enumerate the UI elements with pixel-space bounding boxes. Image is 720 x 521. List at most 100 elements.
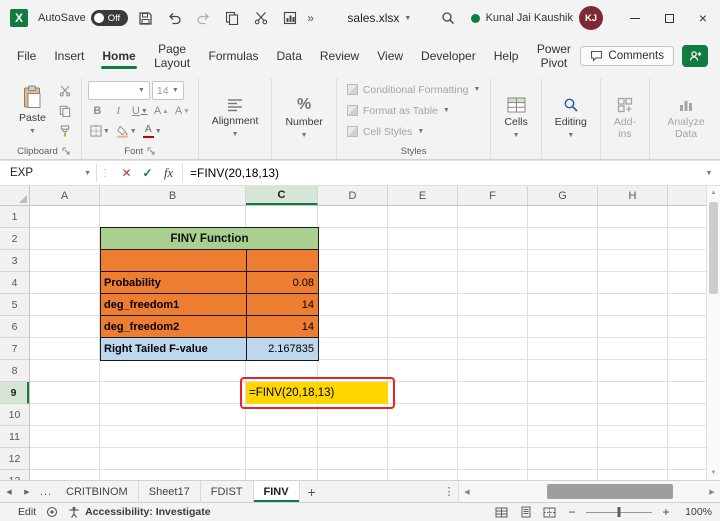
zoom-level[interactable]: 100% <box>680 506 712 518</box>
user-account[interactable]: Kunal Jai Kaushik KJ <box>470 6 604 30</box>
menu-item-review[interactable]: Review <box>311 43 368 69</box>
page-break-view-button[interactable] <box>541 505 558 520</box>
menu-item-home[interactable]: Home <box>93 43 144 69</box>
menu-item-power-pivot[interactable]: Power Pivot <box>527 36 580 76</box>
avatar[interactable]: KJ <box>579 6 604 30</box>
row-header-9[interactable]: 9 <box>0 382 29 404</box>
sheet-prev-button[interactable]: ◀ <box>0 481 18 502</box>
row-header-8[interactable]: 8 <box>0 360 29 382</box>
copy-button[interactable] <box>220 5 244 31</box>
table-title-cell[interactable]: FINV Function <box>101 228 318 250</box>
menu-item-page-layout[interactable]: Page Layout <box>145 36 200 76</box>
menu-item-developer[interactable]: Developer <box>412 43 485 69</box>
expand-formula-bar-icon[interactable]: ▼ <box>698 161 720 185</box>
sheet-tab-fdist[interactable]: FDIST <box>201 481 254 502</box>
bold-button[interactable]: B <box>88 102 107 120</box>
share-button[interactable] <box>682 45 708 67</box>
scroll-right-icon[interactable]: ▶ <box>704 481 720 502</box>
scroll-down-icon[interactable]: ▼ <box>707 466 720 480</box>
select-all-button[interactable] <box>0 186 30 206</box>
table-row-value[interactable] <box>247 250 318 271</box>
minimize-button[interactable] <box>618 0 652 36</box>
formula-bar-handle[interactable]: ⋮ <box>97 161 113 185</box>
quick-access-more-icon[interactable]: » <box>307 11 323 25</box>
decrease-font-size-button[interactable]: A ▼ <box>173 102 192 120</box>
format-painter-button[interactable] <box>56 122 75 140</box>
column-header-h[interactable]: H <box>598 186 668 205</box>
sheet-tab-sheet17[interactable]: Sheet17 <box>139 481 201 502</box>
copy-button-ribbon[interactable] <box>56 102 75 120</box>
zoom-slider[interactable] <box>586 505 652 519</box>
column-header-e[interactable]: E <box>388 186 458 205</box>
cut-button[interactable] <box>249 5 273 31</box>
row-header-12[interactable]: 12 <box>0 448 29 470</box>
column-header-c[interactable]: C <box>246 186 318 205</box>
menu-item-file[interactable]: File <box>8 43 45 69</box>
table-row-value[interactable]: 14 <box>247 294 318 315</box>
editing-button[interactable]: Editing ▼ <box>548 80 594 157</box>
borders-button[interactable]: ▼ <box>88 122 112 140</box>
add-sheet-button[interactable]: + <box>300 481 324 502</box>
row-header-10[interactable]: 10 <box>0 404 29 426</box>
addins-button[interactable]: Add-ins <box>607 80 643 157</box>
page-layout-view-button[interactable] <box>517 505 534 520</box>
row-header-4[interactable]: 4 <box>0 272 29 294</box>
accessibility-checker[interactable]: Accessibility: Investigate <box>68 506 211 518</box>
macro-record-icon[interactable] <box>46 506 58 518</box>
active-cell-editor[interactable]: =FINV(20,18,13) <box>246 382 388 404</box>
row-header-6[interactable]: 6 <box>0 316 29 338</box>
cut-button-ribbon[interactable] <box>56 82 75 100</box>
formula-input[interactable]: =FINV(20,18,13) <box>183 161 698 185</box>
increase-font-size-button[interactable]: A ▲ <box>152 102 171 120</box>
search-button[interactable] <box>436 5 460 31</box>
comments-button[interactable]: Comments <box>580 46 674 66</box>
analyze-data-button[interactable]: Analyze Data <box>656 80 716 157</box>
table-row-value[interactable]: 2.167835 <box>247 338 318 360</box>
paste-button[interactable]: Paste ▼ <box>12 80 53 141</box>
table-row-label[interactable] <box>101 250 247 271</box>
cells-button[interactable]: Cells ▼ <box>497 80 534 157</box>
sheet-tab-finv[interactable]: FINV <box>253 481 300 502</box>
menu-item-help[interactable]: Help <box>485 43 528 69</box>
horizontal-scrollbar[interactable]: ◀ ▶ <box>458 481 720 502</box>
underline-button[interactable]: U ▼ <box>130 102 150 120</box>
sheet-tab-critbinom[interactable]: CRITBINOM <box>56 481 139 502</box>
zoom-in-button[interactable]: + <box>659 505 673 519</box>
close-button[interactable]: × <box>686 0 720 36</box>
fill-color-button[interactable]: ▼ <box>114 122 139 140</box>
zoom-slider-knob[interactable] <box>617 507 621 517</box>
italic-button[interactable]: I <box>109 102 128 120</box>
row-header-2[interactable]: 2 <box>0 228 29 250</box>
cells-grid[interactable]: FINV Function Probability 0.08 deg_freedom… <box>30 206 706 480</box>
menu-item-formulas[interactable]: Formulas <box>200 43 268 69</box>
horizontal-scroll-thumb[interactable] <box>547 484 673 499</box>
table-row-label[interactable]: deg_freedom2 <box>101 316 247 337</box>
menu-item-data[interactable]: Data <box>268 43 311 69</box>
cell-styles-button[interactable]: Cell Styles ▼ <box>343 122 485 141</box>
font-name-select[interactable]: ▼ <box>87 81 150 100</box>
cancel-button[interactable]: ✕ <box>116 161 137 185</box>
undo-button[interactable] <box>162 5 186 31</box>
excel-logo-icon[interactable]: X <box>10 9 28 27</box>
file-name[interactable]: sales.xlsx ▼ <box>341 11 417 25</box>
dialog-launcher-icon[interactable] <box>62 147 70 155</box>
column-header-f[interactable]: F <box>458 186 528 205</box>
table-row-label[interactable]: Right Tailed F-value <box>101 338 247 360</box>
autosave-toggle[interactable]: Off <box>90 10 129 26</box>
row-header-5[interactable]: 5 <box>0 294 29 316</box>
column-header-g[interactable]: G <box>528 186 598 205</box>
row-header-7[interactable]: 7 <box>0 338 29 360</box>
conditional-formatting-button[interactable]: Conditional Formatting ▼ <box>343 80 485 99</box>
table-row-value[interactable]: 0.08 <box>247 272 318 293</box>
scroll-left-icon[interactable]: ◀ <box>459 481 475 502</box>
alignment-button[interactable]: Alignment ▼ <box>205 80 266 157</box>
table-row-label[interactable]: deg_freedom1 <box>101 294 247 315</box>
column-header-b[interactable]: B <box>100 186 246 205</box>
table-row-value[interactable]: 14 <box>247 316 318 337</box>
row-header-11[interactable]: 11 <box>0 426 29 448</box>
name-box[interactable]: EXP ▼ <box>0 161 96 185</box>
table-row-label[interactable]: Probability <box>101 272 247 293</box>
menu-item-view[interactable]: View <box>368 43 412 69</box>
number-format-button[interactable]: % Number ▼ <box>278 80 329 157</box>
format-as-table-button[interactable]: Format as Table ▼ <box>343 101 485 120</box>
